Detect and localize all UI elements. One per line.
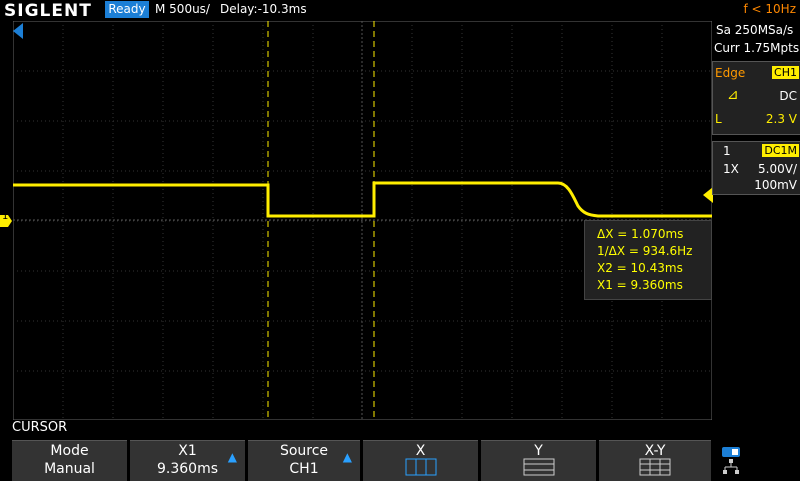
timebase-readout: M 500us/ [155, 2, 210, 16]
softkey-xy[interactable]: X-Y [599, 440, 711, 481]
sample-rate: Sa 250MSa/s [716, 23, 794, 37]
trigger-level: 2.3 V [765, 112, 797, 126]
x-cursor-icon [405, 458, 437, 476]
siglent-logo: SIGLENT [4, 1, 92, 21]
trigger-panel[interactable]: Edge CH1 ⊿ DC L 2.3 V [712, 61, 800, 135]
delay-readout: Delay:-10.3ms [220, 2, 307, 16]
channel-offset: 100mV [754, 178, 797, 192]
memory-depth: Curr 1.75Mpts [714, 41, 800, 55]
adjust-knob-icon: ▲ [342, 450, 352, 464]
adjust-knob-icon: ▲ [227, 450, 237, 464]
softkey-mode[interactable]: Mode Manual [12, 440, 127, 481]
network-icon [722, 458, 740, 480]
inverse-delta-x-readout: 1/ΔX = 934.6Hz [597, 244, 693, 258]
channel-panel[interactable]: 1 DC1M 1X 5.00V/ 100mV [712, 141, 800, 195]
rising-edge-icon: ⊿ [727, 87, 739, 103]
trigger-position-icon[interactable] [13, 23, 23, 43]
y-cursor-icon [523, 458, 555, 476]
status-badge: Ready [105, 1, 149, 18]
cursor-measurement-box: ΔX = 1.070ms 1/ΔX = 934.6Hz X2 = 10.43ms… [584, 220, 712, 300]
menu-title: CURSOR [12, 420, 68, 435]
channel-number: 1 [723, 144, 731, 158]
trigger-type: Edge [715, 66, 746, 80]
channel-coupling-badge: DC1M [762, 144, 799, 157]
x1-readout: X1 = 9.360ms [597, 278, 683, 292]
trigger-level-prefix: L [715, 112, 722, 126]
xy-cursor-icon [639, 458, 671, 476]
x2-readout: X2 = 10.43ms [597, 261, 683, 275]
channel-marker[interactable]: 1 [0, 211, 12, 227]
softkey-y[interactable]: Y [481, 440, 596, 481]
softkey-source[interactable]: Source CH1 ▲ [248, 440, 360, 481]
delta-x-readout: ΔX = 1.070ms [597, 227, 684, 241]
frequency-readout: f < 10Hz [743, 2, 797, 16]
info-panel: Sa 250MSa/s Curr 1.75Mpts Edge CH1 ⊿ DC … [712, 21, 800, 420]
volts-per-div: 5.00V/ [758, 162, 797, 176]
trigger-coupling: DC [779, 89, 797, 103]
probe-ratio: 1X [723, 162, 739, 176]
softkey-x1[interactable]: X1 9.360ms ▲ [130, 440, 245, 481]
softkey-x[interactable]: X [363, 440, 478, 481]
trigger-source: CH1 [772, 66, 799, 79]
